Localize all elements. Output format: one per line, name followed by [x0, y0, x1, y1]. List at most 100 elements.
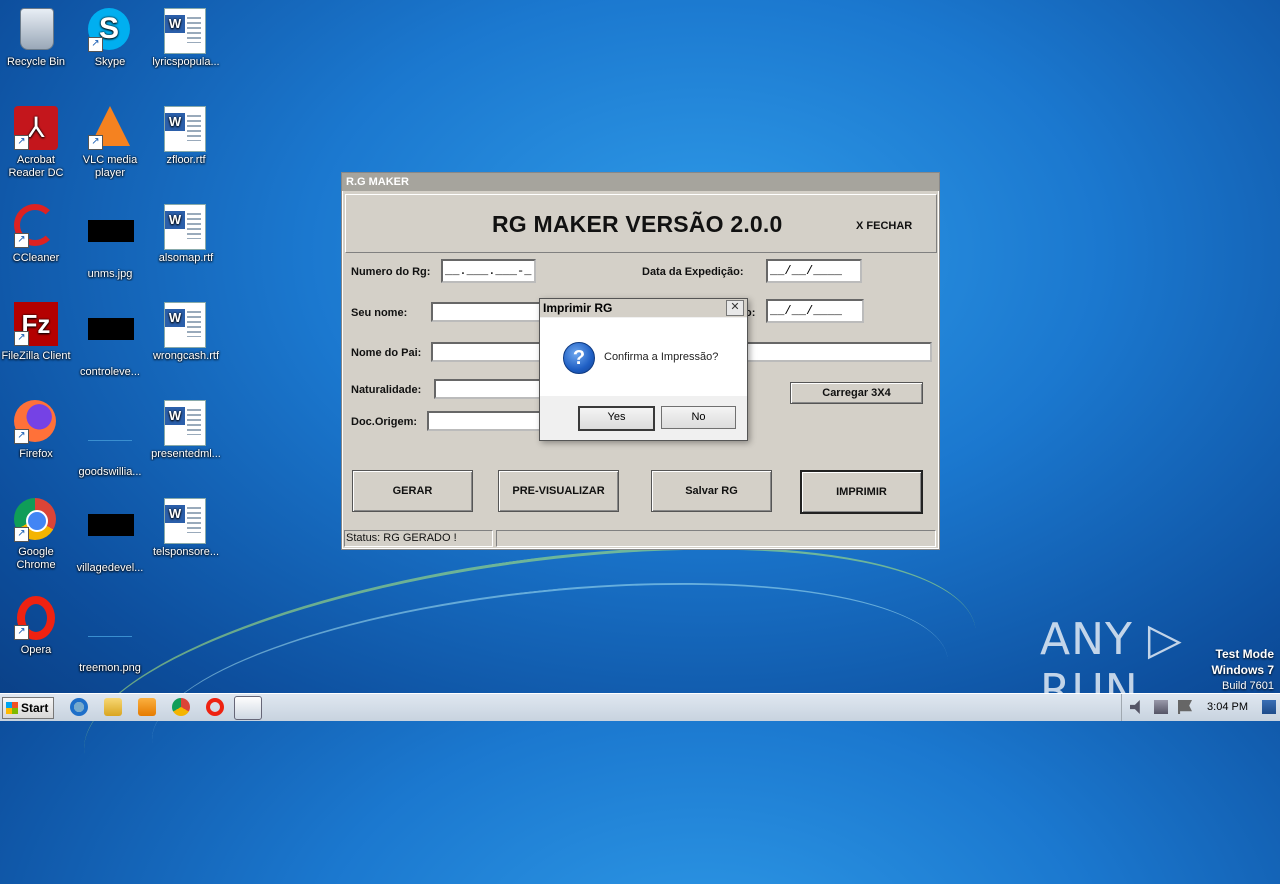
taskbar: Start 3:04 PM: [0, 693, 1280, 721]
windows-version-line: Windows 7: [1211, 663, 1274, 677]
desktop-icon-label: Opera: [20, 644, 52, 656]
desktop-icon-label: treemon.png: [79, 662, 141, 674]
desktop-icon-goodswillia[interactable]: goodswillia...: [72, 400, 148, 479]
gerar-button[interactable]: GERAR: [352, 470, 473, 512]
numero-rg-label: Numero do Rg:: [351, 266, 431, 278]
recycle-bin-icon: [14, 8, 58, 52]
start-button[interactable]: Start: [2, 697, 54, 719]
clock[interactable]: 3:04 PM: [1207, 701, 1248, 713]
desktop-icon-label: goodswillia...: [78, 466, 142, 478]
salvar-rg-button[interactable]: Salvar RG: [651, 470, 772, 512]
desktop-icon-presentedml[interactable]: W presentedml...: [148, 400, 224, 461]
dialog-title-bar[interactable]: Imprimir RG ✕: [540, 299, 747, 317]
desktop-icon-treemon[interactable]: treemon.png: [72, 596, 148, 675]
desktop-icon-telsponsore[interactable]: W telsponsore...: [148, 498, 224, 559]
desktop-icon-chrome[interactable]: ↗ Google Chrome: [0, 498, 74, 572]
desktop-icon-firefox[interactable]: ↗ Firefox: [0, 400, 74, 461]
skype-icon: S ↗: [88, 8, 132, 52]
desktop-icon-controleve[interactable]: controleve...: [72, 302, 148, 379]
system-tray: 3:04 PM: [1121, 694, 1280, 721]
image-file-icon: [88, 514, 134, 558]
word-document-icon: W: [164, 106, 208, 152]
desktop-icon-label: Recycle Bin: [6, 56, 66, 68]
numero-rg-input[interactable]: __.___.___-_: [441, 259, 536, 283]
seu-nome-input[interactable]: [431, 302, 543, 322]
desktop-icon-label: Acrobat Reader DC: [8, 154, 64, 179]
word-document-icon: W: [164, 204, 208, 250]
show-desktop-icon[interactable]: [1262, 700, 1276, 714]
desktop-icon-alsomap[interactable]: W alsomap.rtf: [148, 204, 224, 265]
internet-explorer-icon[interactable]: [70, 698, 88, 716]
network-icon[interactable]: [1154, 700, 1168, 714]
desktop-icon-label: zfloor.rtf: [166, 154, 206, 166]
word-document-icon: W: [164, 8, 208, 54]
doc-origem-input[interactable]: [427, 411, 544, 431]
desktop-icon-villagedevel[interactable]: villagedevel...: [72, 498, 148, 575]
question-icon: ?: [563, 342, 595, 374]
action-center-flag-icon[interactable]: [1178, 700, 1192, 714]
windows-logo-icon: [6, 702, 18, 714]
imprimir-button[interactable]: IMPRIMIR: [800, 470, 923, 514]
ccleaner-icon: ↗: [14, 204, 58, 248]
yes-button[interactable]: Yes: [578, 406, 655, 431]
dialog-message: Confirma a Impressão?: [604, 351, 719, 363]
close-button[interactable]: X FECHAR: [856, 220, 912, 232]
no-button[interactable]: No: [661, 406, 736, 429]
test-mode-line: Test Mode: [1215, 647, 1274, 661]
desktop-icon-label: villagedevel...: [76, 562, 144, 574]
word-document-icon: W: [164, 400, 208, 446]
dialog-body: ? Confirma a Impressão?: [540, 318, 747, 396]
chrome-taskbar-icon[interactable]: [172, 698, 190, 716]
explorer-icon[interactable]: [104, 698, 122, 716]
chrome-icon: ↗: [14, 498, 58, 542]
desktop-icon-label: telsponsore...: [152, 546, 220, 558]
vlc-icon: ↗: [88, 106, 132, 150]
desktop-icon-wrongcash[interactable]: W wrongcash.rtf: [148, 302, 224, 363]
app-title: RG MAKER VERSÃO 2.0.0: [492, 211, 783, 237]
desktop-icon-label: Firefox: [19, 448, 53, 460]
desktop-icon-lyricspopula[interactable]: W lyricspopula...: [148, 8, 224, 69]
data-nascimento-input[interactable]: __/__/____: [766, 299, 864, 323]
doc-origem-label: Doc.Origem:: [351, 416, 418, 428]
desktop-icon-ccleaner[interactable]: ↗ CCleaner: [0, 204, 74, 265]
word-document-icon: W: [164, 498, 208, 544]
opera-taskbar-icon[interactable]: [206, 698, 224, 716]
naturalidade-input[interactable]: [434, 379, 544, 399]
desktop-icon-label: Skype: [94, 56, 126, 68]
nome-pai-label: Nome do Pai:: [351, 347, 422, 359]
desktop-icon-zfloor[interactable]: W zfloor.rtf: [148, 106, 224, 167]
desktop-icon-unms[interactable]: unms.jpg: [72, 204, 148, 281]
desktop-icon-filezilla[interactable]: Fz ↗ FileZilla Client: [0, 302, 74, 363]
volume-icon[interactable]: [1130, 700, 1140, 714]
desktop-icon-recycle-bin[interactable]: Recycle Bin: [0, 8, 74, 69]
previsualizar-button[interactable]: PRE-VISUALIZAR: [498, 470, 619, 512]
close-icon[interactable]: ✕: [726, 300, 744, 316]
image-file-icon: [88, 220, 134, 264]
filezilla-icon: Fz ↗: [14, 302, 58, 346]
data-expedicao-input[interactable]: __/__/____: [766, 259, 862, 283]
firefox-icon: ↗: [14, 400, 58, 444]
status-text: Status: RG GERADO !: [344, 530, 493, 547]
desktop-icon-vlc[interactable]: ↗ VLC media player: [72, 106, 148, 180]
desktop-icon-label: CCleaner: [12, 252, 60, 264]
desktop-icon-label: VLC media player: [82, 154, 138, 179]
desktop-icon-skype[interactable]: S ↗ Skype: [72, 8, 148, 69]
desktop-icon-opera[interactable]: ↗ Opera: [0, 596, 74, 657]
naturalidade-label: Naturalidade:: [351, 384, 422, 396]
desktop-icon-acrobat[interactable]: ⅄ ↗ Acrobat Reader DC: [0, 106, 74, 180]
desktop-icon-label: lyricspopula...: [152, 56, 220, 68]
desktop-icon-label: wrongcash.rtf: [152, 350, 220, 362]
header-panel: RG MAKER VERSÃO 2.0.0 X FECHAR: [345, 194, 937, 253]
data-expedicao-label: Data da Expedição:: [642, 266, 744, 278]
media-player-icon[interactable]: [138, 698, 156, 716]
build-line: Build 7601: [1222, 680, 1274, 692]
desktop-icon-label: alsomap.rtf: [158, 252, 214, 264]
desktop-icon-label: presentedml...: [151, 448, 221, 460]
rg-maker-taskbar-icon[interactable]: [234, 696, 262, 720]
seu-nome-label: Seu nome:: [351, 307, 408, 319]
imprimir-rg-dialog: Imprimir RG ✕ ? Confirma a Impressão? Ye…: [539, 298, 748, 441]
opera-icon: ↗: [14, 596, 58, 640]
carregar-foto-button[interactable]: Carregar 3X4: [790, 382, 923, 404]
window-title-bar[interactable]: R.G MAKER: [342, 173, 939, 191]
image-file-icon: [88, 318, 134, 362]
